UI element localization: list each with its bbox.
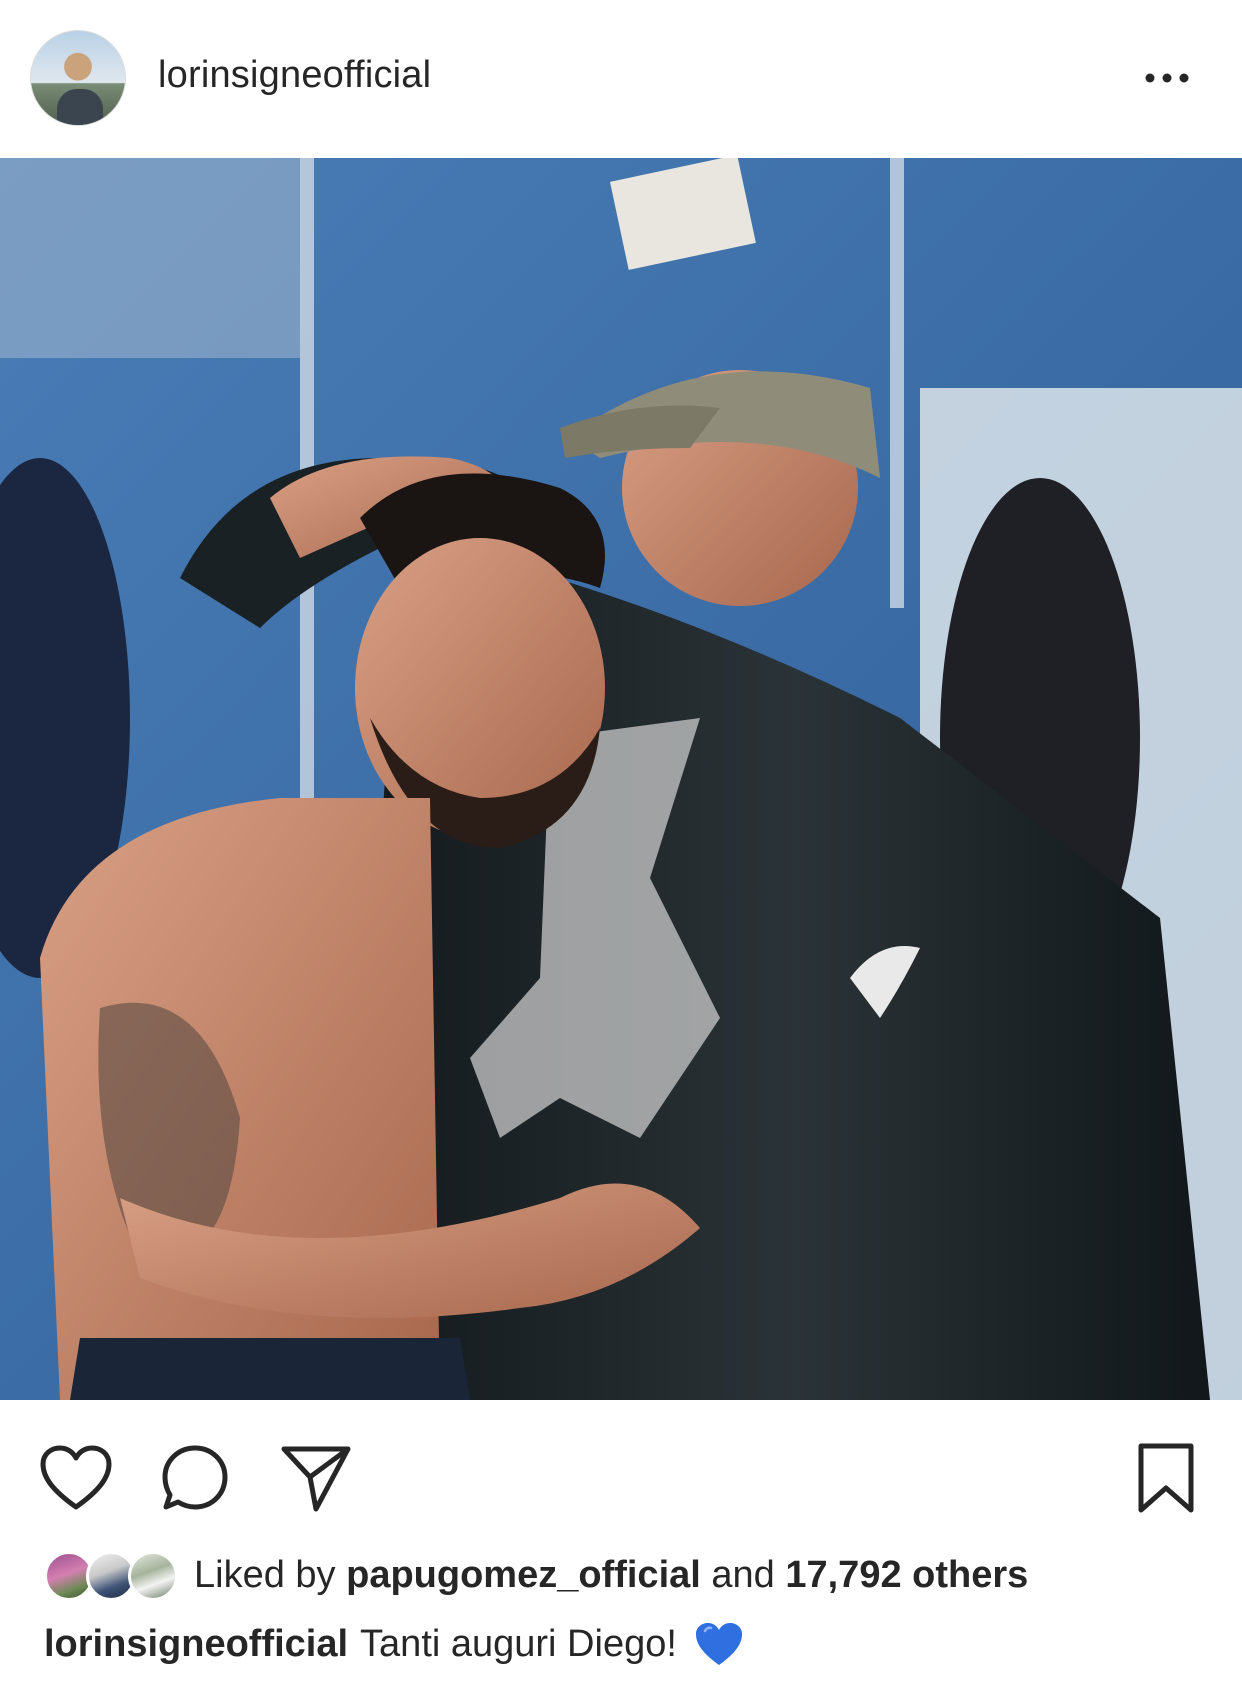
liker-username[interactable]: papugomez_official <box>346 1554 701 1596</box>
like-button[interactable] <box>36 1438 116 1518</box>
blue-heart-icon <box>695 1623 742 1665</box>
post-caption: lorinsigneofficial Tanti auguri Diego! <box>44 1620 745 1668</box>
likes-count[interactable]: 17,792 others <box>785 1554 1028 1596</box>
post-header: lorinsigneofficial <box>0 0 1242 158</box>
caption-username[interactable]: lorinsigneofficial <box>44 1623 348 1666</box>
comment-bubble-icon <box>162 1445 228 1510</box>
more-options-button[interactable] <box>1132 58 1202 98</box>
heart-outline-icon <box>40 1445 112 1510</box>
comment-button[interactable] <box>155 1438 235 1518</box>
author-username[interactable]: lorinsigneofficial <box>158 54 431 97</box>
share-button[interactable] <box>276 1438 356 1518</box>
locker-shelf <box>0 158 300 358</box>
player-shorts <box>70 1338 470 1400</box>
action-bar <box>0 1400 1242 1550</box>
likes-summary: Liked by papugomez_official and 17,792 o… <box>194 1554 1028 1597</box>
post-photo[interactable] <box>0 158 1242 1400</box>
avatar-figure <box>57 89 103 125</box>
locker-divider-2 <box>890 158 904 608</box>
likes-middle: and <box>711 1553 775 1596</box>
likes-prefix: Liked by <box>194 1553 336 1596</box>
liker-avatars[interactable] <box>44 1547 182 1603</box>
liker-avatar <box>128 1551 178 1601</box>
save-button[interactable] <box>1126 1438 1206 1518</box>
bookmark-icon <box>1138 1443 1194 1513</box>
likes-row: Liked by papugomez_official and 17,792 o… <box>44 1544 1028 1606</box>
paper-plane-icon <box>281 1446 351 1512</box>
caption-text: Tanti auguri Diego! <box>360 1622 677 1665</box>
ellipsis-icon <box>1145 73 1189 83</box>
photo-illustration <box>0 158 1242 1400</box>
author-avatar[interactable] <box>30 30 126 126</box>
